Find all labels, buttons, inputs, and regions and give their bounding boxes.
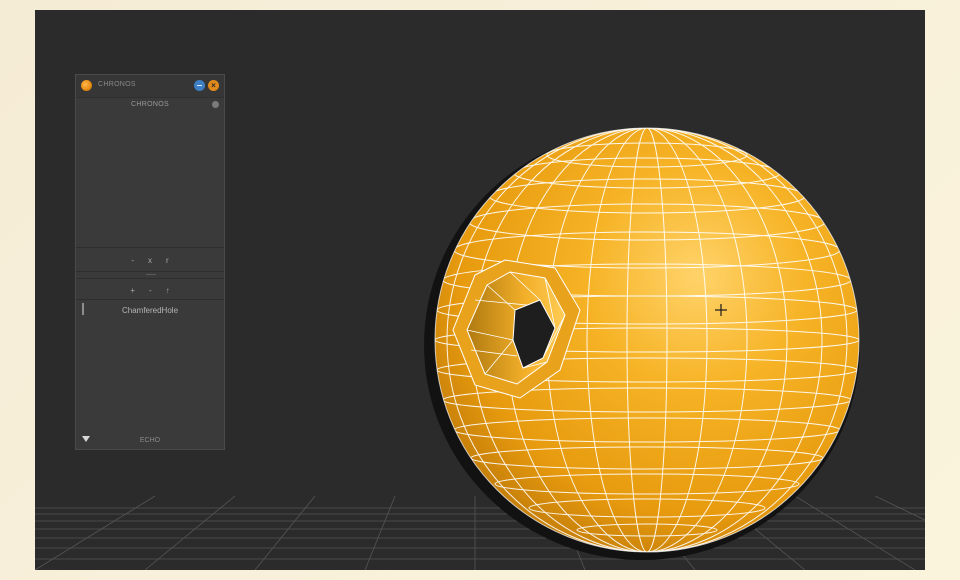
status-dot-icon[interactable]: [212, 101, 219, 108]
chronos-panel: CHRONOS × CHRONOS - x r + - ↑ ChamferedH…: [75, 74, 225, 450]
remove-item-button[interactable]: -: [149, 286, 152, 295]
divider: [76, 271, 224, 272]
add-item-button[interactable]: +: [130, 286, 135, 295]
clear-history-button[interactable]: x: [148, 256, 152, 265]
list-toolbar: + - ↑: [76, 281, 224, 299]
move-up-button[interactable]: ↑: [166, 286, 170, 295]
list-item[interactable]: ChamferedHole: [76, 306, 224, 315]
panel-header-label: CHRONOS: [131, 101, 169, 108]
divider: [76, 299, 224, 300]
sphere-mesh: [424, 127, 860, 560]
close-button[interactable]: ×: [208, 80, 219, 91]
footer-label: ECHO: [139, 437, 161, 444]
resize-grip[interactable]: [146, 274, 156, 275]
panel-titlebar[interactable]: CHRONOS ×: [76, 75, 224, 98]
3d-viewport[interactable]: CHRONOS × CHRONOS - x r + - ↑ ChamferedH…: [35, 10, 925, 570]
ground-grid: [35, 495, 925, 570]
divider: [76, 247, 224, 248]
window-title: CHRONOS: [98, 81, 136, 88]
chronos-logo-icon: [81, 80, 92, 91]
reset-history-button[interactable]: r: [166, 256, 169, 265]
history-toolbar: - x r: [76, 251, 224, 269]
move-cursor-icon: [715, 304, 727, 316]
divider: [76, 278, 224, 279]
remove-history-button[interactable]: -: [131, 256, 134, 265]
minimize-button[interactable]: [194, 80, 205, 91]
